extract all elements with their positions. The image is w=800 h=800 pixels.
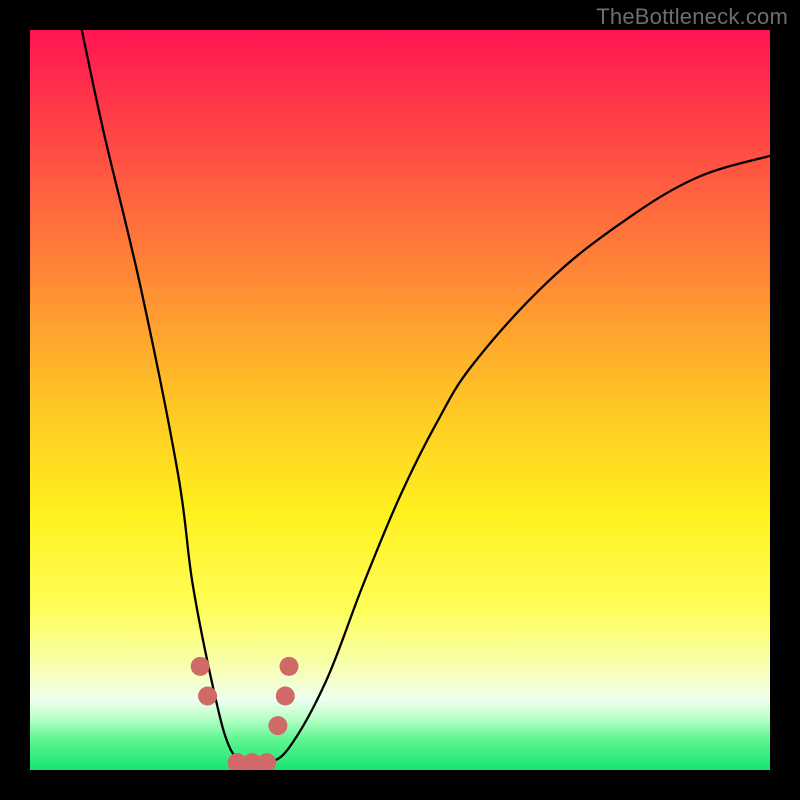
plot-area: [30, 30, 770, 770]
highlight-marker: [257, 753, 276, 770]
bottleneck-curve: [30, 30, 770, 770]
highlight-marker: [191, 657, 210, 676]
highlight-marker: [268, 716, 287, 735]
watermark-text: TheBottleneck.com: [596, 4, 788, 30]
highlight-marker: [276, 687, 295, 706]
chart-frame: TheBottleneck.com: [0, 0, 800, 800]
highlight-marker: [280, 657, 299, 676]
highlight-marker: [198, 687, 217, 706]
